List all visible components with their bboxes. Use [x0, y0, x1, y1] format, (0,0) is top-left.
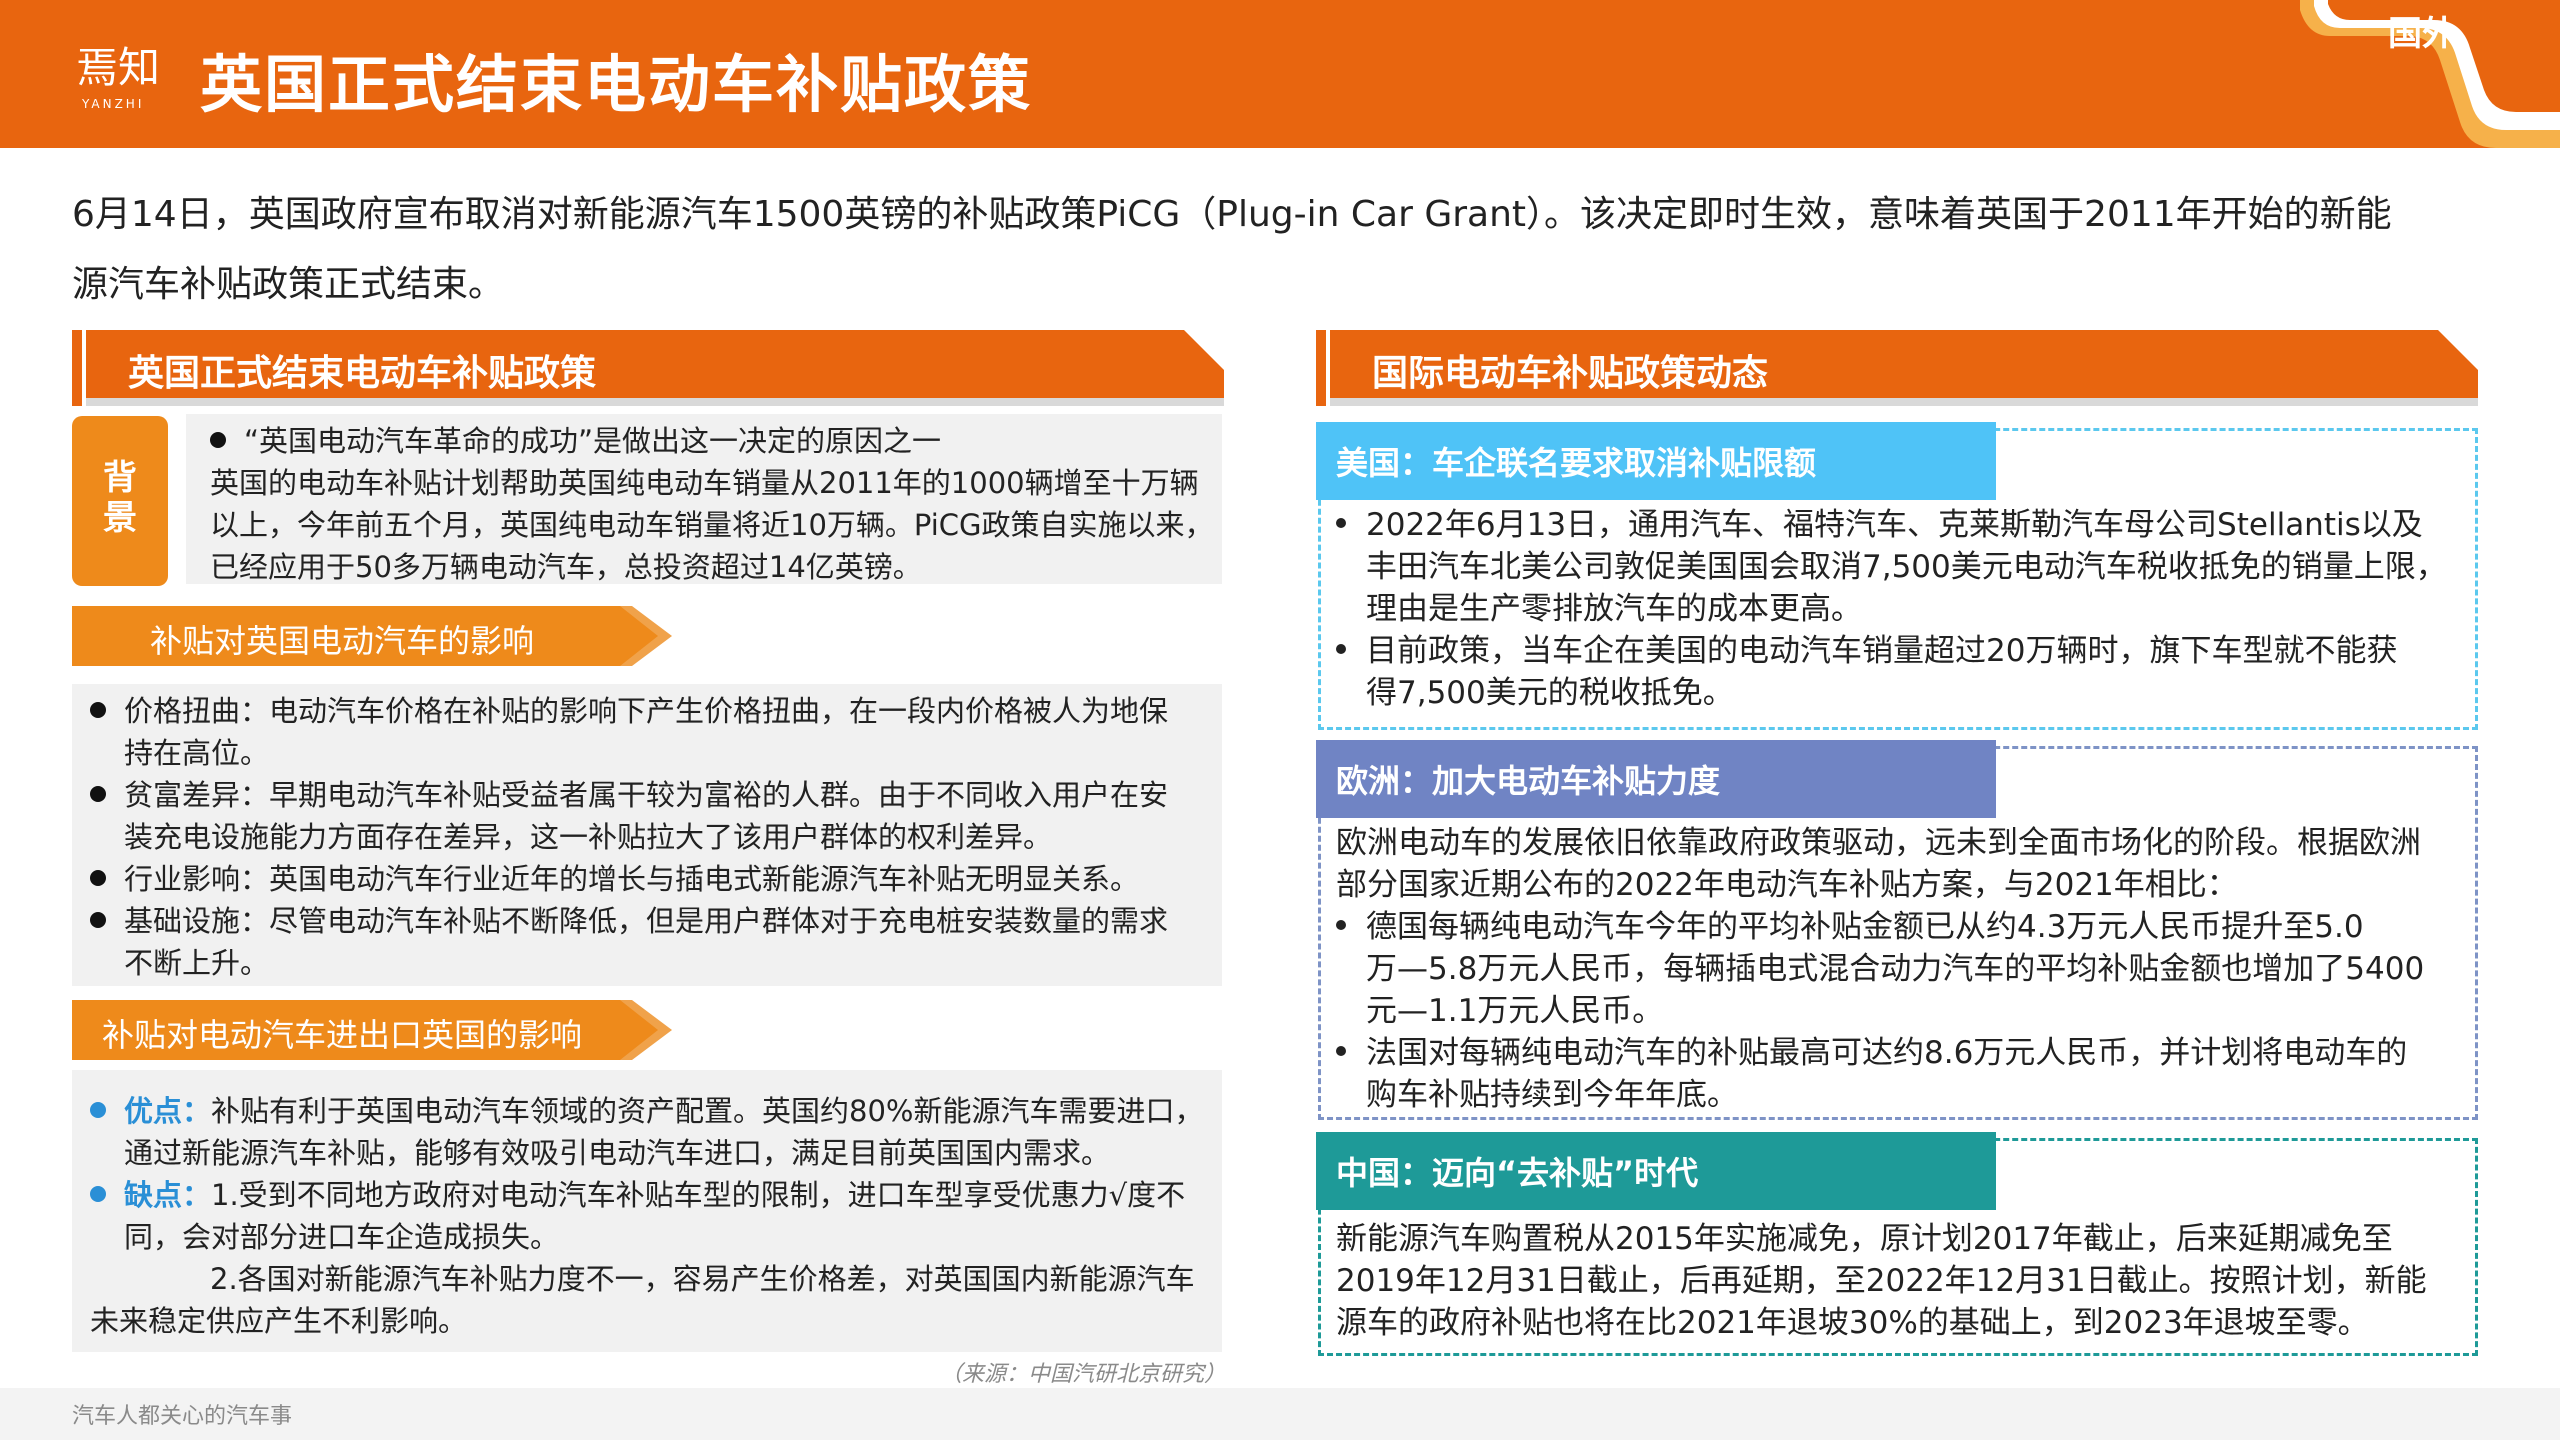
impact-item: 价格扭曲：电动汽车价格在补贴的影响下产生价格扭曲，在一段内价格被人为地保 — [90, 690, 1210, 732]
impact-list: 价格扭曲：电动汽车价格在补贴的影响下产生价格扭曲，在一段内价格被人为地保 持在高… — [90, 690, 1210, 984]
left-section-title: 英国正式结束电动车补贴政策 — [128, 353, 597, 394]
impact-item: 行业影响：英国电动汽车行业近年的增长与插电式新能源汽车补贴无明显关系。 — [90, 858, 1210, 900]
region-tag: 国外 — [2388, 14, 2456, 54]
page-title: 英国正式结束电动车补贴政策 — [200, 48, 1033, 121]
usa-item: 2022年6月13日，通用汽车、福特汽车、克莱斯勒汽车母公司Stellantis… — [1326, 504, 2466, 546]
yanzhi-logo: 焉知 YANZHI — [76, 43, 160, 111]
trade-title: 补贴对电动汽车进出口英国的影响 — [101, 1016, 582, 1054]
footer-slogan: 汽车人都关心的汽车事 — [72, 1404, 293, 1429]
europe-title: 欧洲：加大电动车补贴力度 — [1316, 740, 1996, 818]
impact-header: 补贴对英国电动汽车的影响 — [72, 606, 672, 666]
con-item: 缺点：1.受到不同地方政府对电动汽车补贴车型的限制，进口车型享受优惠力√度不 — [90, 1174, 1210, 1216]
impact-item: 基础设施：尽管电动汽车补贴不断降低，但是用户群体对于充电桩安装数量的需求 — [90, 900, 1210, 942]
footer-bar — [0, 1388, 2560, 1440]
background-text: “英国电动汽车革命的成功”是做出这一决定的原因之一 英国的电动车补贴计划帮助英国… — [210, 424, 1214, 584]
usa-item: 目前政策，当车企在美国的电动汽车销量超过20万辆时，旗下车型就不能获 — [1326, 630, 2466, 672]
bullet-icon — [90, 1102, 106, 1118]
source-note: （来源：中国汽研北京研究） — [940, 1362, 1227, 1387]
trade-header: 补贴对电动汽车进出口英国的影响 — [72, 1000, 672, 1060]
bullet-icon — [90, 870, 106, 886]
europe-item: 法国对每辆纯电动汽车的补贴最高可达约8.6万元人民币，并计划将电动车的 — [1326, 1032, 2466, 1074]
left-section-header: 英国正式结束电动车补贴政策 — [72, 330, 1224, 406]
svg-text:焉知: 焉知 — [76, 43, 160, 92]
europe-text: 欧洲电动车的发展依旧依靠政府政策驱动，远未到全面市场化的阶段。根据欧洲 部分国家… — [1336, 822, 2466, 1116]
europe-item: 德国每辆纯电动汽车今年的平均补贴金额已从约4.3万元人民币提升至5.0 — [1326, 906, 2466, 948]
bullet-icon — [1336, 1045, 1346, 1056]
bullet-icon — [90, 702, 106, 718]
impact-item: 贫富差异：早期电动汽车补贴受益者属干较为富裕的人群。由于不同收入用户在安 — [90, 774, 1210, 816]
china-text: 新能源汽车购置税从2015年实施减免，原计划2017年截止，后来延期减免至 20… — [1336, 1221, 2427, 1341]
background-tag: 背 景 — [72, 416, 168, 586]
bullet-icon — [1336, 919, 1346, 930]
pro-item: 优点：补贴有利于英国电动汽车领域的资产配置。英国约80%新能源汽车需要进口， — [90, 1090, 1210, 1132]
svg-text:YANZHI: YANZHI — [81, 97, 144, 111]
bullet-icon — [210, 432, 226, 448]
impact-title: 补贴对英国电动汽车的影响 — [149, 622, 534, 660]
bullet-icon — [90, 912, 106, 928]
bullet-icon — [1336, 517, 1346, 528]
china-title: 中国：迈向“去补贴”时代 — [1316, 1132, 1996, 1210]
bullet-icon — [90, 786, 106, 802]
intro-paragraph: 6月14日，英国政府宣布取消对新能源汽车1500英镑的补贴政策PiCG（Plug… — [72, 194, 2392, 305]
usa-title: 美国：车企联名要求取消补贴限额 — [1316, 422, 1996, 500]
right-section-title: 国际电动车补贴政策动态 — [1372, 353, 1769, 394]
usa-list: 2022年6月13日，通用汽车、福特汽车、克莱斯勒汽车母公司Stellantis… — [1326, 504, 2466, 714]
bullet-icon — [90, 1186, 106, 1202]
trade-list: 优点：补贴有利于英国电动汽车领域的资产配置。英国约80%新能源汽车需要进口， 通… — [90, 1090, 1210, 1342]
right-section-header: 国际电动车补贴政策动态 — [1316, 330, 2478, 406]
bullet-icon — [1336, 643, 1346, 654]
